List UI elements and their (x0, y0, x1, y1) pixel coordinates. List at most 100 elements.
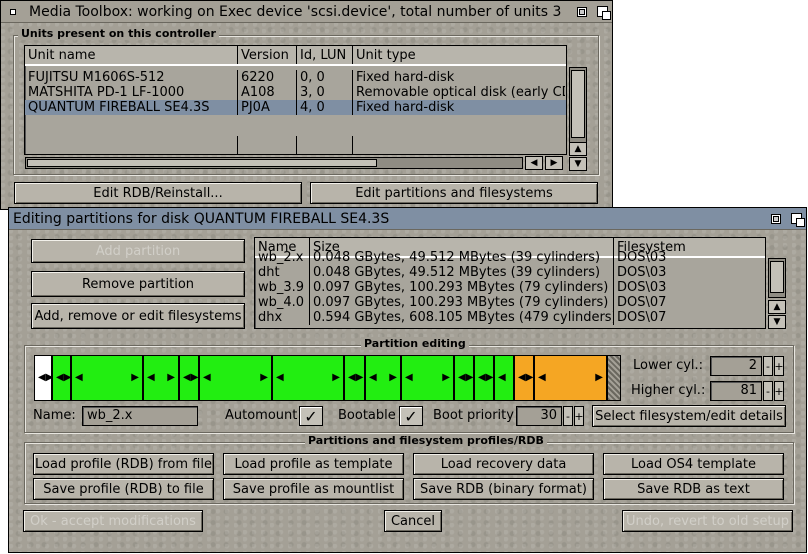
edit-partitions-button[interactable]: Edit partitions and filesystems (310, 182, 598, 204)
save-rdb-text-button[interactable]: Save RDB as text (603, 478, 784, 500)
load-recovery-button[interactable]: Load recovery data (413, 453, 594, 475)
depth-icon[interactable] (592, 3, 612, 21)
partition-block-selected[interactable]: ◀▶ (534, 355, 607, 401)
scroll-up-icon[interactable]: ▲ (569, 142, 587, 156)
lower-cyl-increment[interactable]: + (774, 356, 784, 376)
boot-priority-increment[interactable]: + (574, 406, 584, 426)
partition-block-selected[interactable]: ◀▶ (514, 355, 534, 401)
resize-handle-icon[interactable]: ◀▶ (348, 373, 363, 383)
scroll-up-icon[interactable]: ▲ (768, 300, 786, 314)
cancel-button[interactable]: Cancel (384, 510, 442, 532)
load-profile-rdb-button[interactable]: Load profile (RDB) from file (33, 453, 214, 475)
units-vscroll[interactable] (569, 67, 587, 143)
right-handle-icon[interactable]: ▶ (332, 373, 340, 383)
partitions-vscroll-knob[interactable] (770, 261, 784, 293)
iconify-icon[interactable] (572, 3, 592, 21)
partition-block[interactable]: ◀▶ (365, 355, 401, 401)
partition-row[interactable]: wb_2.x 0.048 GBytes, 49.512 MBytes (39 c… (255, 250, 765, 265)
select-filesystem-button[interactable]: Select filesystem/edit details (592, 405, 786, 427)
partition-block[interactable]: ◀▶ (474, 355, 494, 401)
partition-row[interactable]: wb_3.9 0.097 GBytes, 100.293 MBytes (79 … (255, 280, 765, 295)
col-version[interactable]: Version (238, 46, 297, 64)
partition-block[interactable]: ◀▶ (179, 355, 199, 401)
depth-icon[interactable] (786, 210, 806, 228)
higher-cyl-decrement[interactable]: - (763, 381, 773, 401)
left-handle-icon[interactable]: ◀ (405, 373, 413, 383)
close-icon[interactable] (3, 2, 23, 22)
unit-row[interactable]: MATSHITA PD-1 LF-1000 A108 3, 0 Removabl… (25, 85, 566, 100)
edit-rdb-button[interactable]: Edit RDB/Reinstall... (14, 182, 302, 204)
lower-cyl-decrement[interactable]: - (763, 356, 773, 376)
right-handle-icon[interactable]: ▶ (131, 373, 139, 383)
main-titlebar[interactable]: Media Toolbox: working on Exec device 's… (1, 1, 612, 23)
resize-handle-icon[interactable]: ◀▶ (458, 373, 473, 383)
units-list[interactable]: Unit name Version Id, LUN Unit type FUJI… (24, 45, 567, 155)
left-handle-icon[interactable]: ◀ (203, 373, 211, 383)
boot-priority-decrement[interactable]: - (563, 406, 573, 426)
right-handle-icon[interactable]: ▶ (260, 373, 268, 383)
units-list-header: Unit name Version Id, LUN Unit type (25, 46, 566, 66)
partition-name-field[interactable]: wb_2.x (82, 406, 198, 426)
left-handle-icon[interactable]: ◀ (75, 373, 83, 383)
partitions-list[interactable]: Name Size Filesystem wb_2.x 0.048 GBytes… (254, 237, 766, 329)
scroll-down-icon[interactable]: ▼ (569, 157, 587, 171)
partitions-vscroll[interactable] (768, 258, 786, 298)
save-profile-mountlist-button[interactable]: Save profile as mountlist (223, 478, 404, 500)
partition-row[interactable]: wb_4.0 0.097 GBytes, 100.293 MBytes (79 … (255, 295, 765, 310)
resize-handle-icon[interactable]: ◀▶ (56, 373, 71, 383)
partition-block[interactable]: ◀▶ (143, 355, 179, 401)
partition-fs: DOS\03 (617, 250, 667, 265)
right-handle-icon[interactable]: ▶ (389, 373, 397, 383)
save-profile-rdb-button[interactable]: Save profile (RDB) to file (33, 478, 214, 500)
scroll-down-icon[interactable]: ▼ (768, 315, 786, 329)
add-partition-label: Add partition (95, 243, 181, 259)
partition-row[interactable]: dhx 0.594 GBytes, 608.105 MBytes (479 cy… (255, 310, 765, 325)
save-rdb-binary-button[interactable]: Save RDB (binary format) (413, 478, 594, 500)
partition-block[interactable]: ◀▶ (199, 355, 272, 401)
edit-filesystems-button[interactable]: Add, remove or edit filesystems (31, 303, 245, 329)
left-handle-icon[interactable]: ◀ (276, 373, 284, 383)
resize-handle-icon[interactable]: ◀▶ (518, 373, 533, 383)
col-unit-type[interactable]: Unit type (353, 46, 565, 64)
col-unit-name[interactable]: Unit name (25, 46, 238, 64)
partition-map[interactable]: ◀▶ ◀▶ ◀ ▶ ◀ ▶ ◀▶ ◀ ▶ ◀ ▶ ◀▶ ◀ ▶ ◀ ▶ ◀▶ ◀▶ ◀ ◀▶… (34, 355, 621, 401)
unit-row[interactable]: FUJITSU M1606S-512 6220 0, 0 Fixed hard-… (25, 70, 566, 85)
bootable-checkbox[interactable]: ✓ (399, 406, 423, 426)
automount-checkbox[interactable]: ✓ (299, 406, 323, 426)
boot-priority-field[interactable]: 30 (516, 406, 562, 426)
scroll-right-icon[interactable]: ▶ (545, 156, 563, 170)
resize-handle-icon[interactable]: ◀▶ (183, 373, 198, 383)
units-hscroll[interactable] (25, 157, 523, 169)
right-handle-icon[interactable]: ▶ (442, 373, 450, 383)
partition-block[interactable]: ◀▶ (454, 355, 474, 401)
partition-block[interactable]: ◀▶ (272, 355, 344, 401)
iconify-icon[interactable] (766, 210, 786, 228)
unit-row-selected[interactable]: QUANTUM FIREBALL SE4.3S PJ0A 4, 0 Fixed … (25, 100, 566, 115)
left-handle-icon[interactable]: ◀ (369, 373, 377, 383)
lower-cyl-field[interactable]: 2 (710, 356, 762, 376)
remove-partition-button[interactable]: Remove partition (31, 271, 245, 297)
load-os4-template-button[interactable]: Load OS4 template (603, 453, 784, 475)
right-handle-icon[interactable]: ▶ (595, 373, 603, 383)
unused-space[interactable] (607, 355, 621, 401)
left-handle-icon[interactable]: ◀ (147, 373, 155, 383)
partition-block[interactable]: ◀ (494, 355, 514, 401)
units-vscroll-knob[interactable] (571, 70, 585, 138)
units-hscroll-knob[interactable] (27, 159, 377, 167)
resize-handle-icon[interactable]: ◀▶ (478, 373, 493, 383)
left-handle-icon[interactable]: ◀ (498, 373, 506, 383)
col-id-lun[interactable]: Id, LUN (297, 46, 353, 64)
higher-cyl-increment[interactable]: + (774, 381, 784, 401)
partition-block-reserved[interactable]: ◀▶ (34, 355, 53, 401)
right-handle-icon[interactable]: ▶ (167, 373, 175, 383)
load-profile-template-button[interactable]: Load profile as template (223, 453, 404, 475)
partition-row[interactable]: dht 0.048 GBytes, 49.512 MBytes (39 cyli… (255, 265, 765, 280)
partition-titlebar[interactable]: Editing partitions for disk QUANTUM FIRE… (9, 208, 806, 230)
scroll-left-icon[interactable]: ◀ (525, 156, 543, 170)
partition-block[interactable]: ◀▶ (71, 355, 143, 401)
partition-block[interactable]: ◀▶ (401, 355, 454, 401)
higher-cyl-field[interactable]: 81 (710, 381, 762, 401)
partition-block[interactable]: ◀▶ (52, 355, 71, 401)
partition-block[interactable]: ◀▶ (344, 355, 365, 401)
left-handle-icon[interactable]: ◀ (538, 373, 546, 383)
